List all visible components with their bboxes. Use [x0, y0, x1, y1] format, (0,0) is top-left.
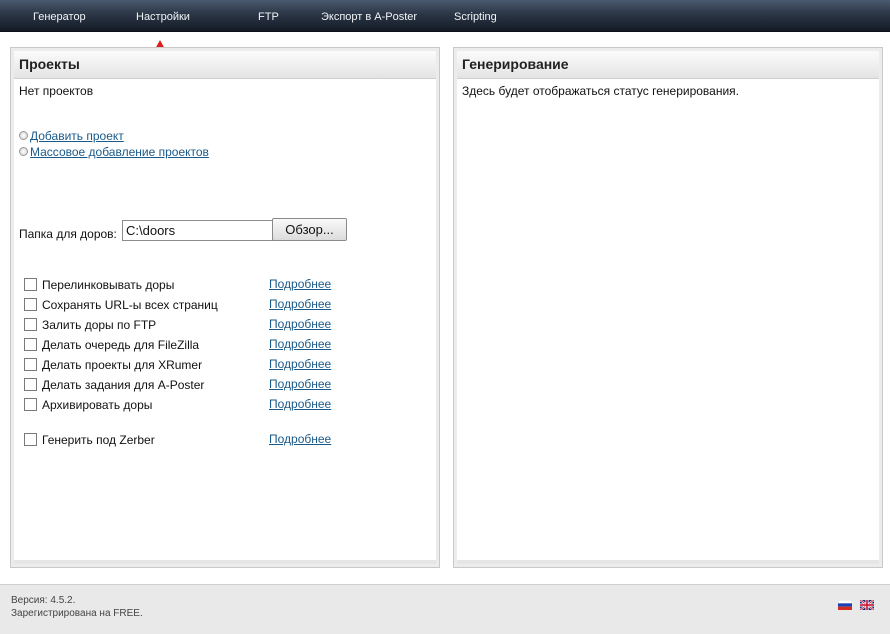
browse-button[interactable]: Обзор...: [272, 218, 347, 241]
flag-uk-icon[interactable]: [860, 600, 874, 610]
folder-label: Папка для доров:: [19, 227, 117, 241]
generation-status-text: Здесь будет отображаться статус генериро…: [462, 84, 740, 98]
registration-text: Зарегистрирована на FREE.: [11, 608, 143, 619]
option-label: Архивировать доры: [42, 398, 153, 412]
generation-panel-header: Генерирование: [457, 51, 879, 79]
nav-generator[interactable]: Генератор: [33, 11, 86, 23]
flag-ru-icon[interactable]: [838, 600, 852, 610]
option-checkbox-filezilla-queue[interactable]: [24, 338, 37, 351]
projects-title: Проекты: [19, 56, 80, 72]
option-label: Делать проекты для XRumer: [42, 358, 203, 372]
footer: Версия: 4.5.2. Зарегистрирована на FREE.: [0, 584, 890, 634]
bullet-icon: [19, 131, 28, 140]
option-label: Делать задания для A-Poster: [42, 378, 205, 392]
option-label: Сохранять URL-ы всех страниц: [42, 298, 218, 312]
bulk-add-projects-link[interactable]: Массовое добавление проектов: [30, 145, 209, 159]
version-text: Версия: 4.5.2.: [11, 595, 76, 606]
option-more-link[interactable]: Подробнее: [269, 317, 331, 331]
no-projects-text: Нет проектов: [19, 84, 94, 98]
add-project-link[interactable]: Добавить проект: [30, 129, 124, 143]
nav-export-a-poster[interactable]: Экспорт в A-Poster: [321, 11, 417, 23]
top-navigation: Генератор Настройки FTP Экспорт в A-Post…: [0, 0, 890, 32]
option-checkbox-xrumer-projects[interactable]: [24, 358, 37, 371]
panel-bottom-bar: [457, 560, 879, 564]
option-more-link[interactable]: Подробнее: [269, 297, 331, 311]
option-checkbox-a-poster-tasks[interactable]: [24, 378, 37, 391]
option-label: Генерить под Zerber: [42, 433, 155, 447]
bullet-icon: [19, 147, 28, 156]
projects-panel-header: Проекты: [14, 51, 436, 79]
generation-panel: Генерирование: [453, 47, 883, 568]
panel-bottom-bar: [14, 560, 436, 564]
option-checkbox-interlink[interactable]: [24, 278, 37, 291]
option-label: Залить доры по FTP: [42, 318, 157, 332]
option-label: Перелинковывать доры: [42, 278, 175, 292]
option-label: Делать очередь для FileZilla: [42, 338, 200, 352]
folder-input[interactable]: [122, 220, 274, 241]
option-checkbox-save-urls[interactable]: [24, 298, 37, 311]
option-checkbox-upload-ftp[interactable]: [24, 318, 37, 331]
nav-ftp[interactable]: FTP: [258, 11, 279, 23]
generation-title: Генерирование: [462, 56, 569, 72]
option-more-link[interactable]: Подробнее: [269, 337, 331, 351]
nav-settings[interactable]: Настройки: [136, 11, 190, 23]
option-checkbox-archive[interactable]: [24, 398, 37, 411]
nav-scripting[interactable]: Scripting: [454, 11, 497, 23]
option-more-link[interactable]: Подробнее: [269, 397, 331, 411]
option-more-link[interactable]: Подробнее: [269, 377, 331, 391]
option-more-link[interactable]: Подробнее: [269, 357, 331, 371]
option-more-link[interactable]: Подробнее: [269, 277, 331, 291]
option-more-link[interactable]: Подробнее: [269, 432, 331, 446]
option-checkbox-zerber[interactable]: [24, 433, 37, 446]
